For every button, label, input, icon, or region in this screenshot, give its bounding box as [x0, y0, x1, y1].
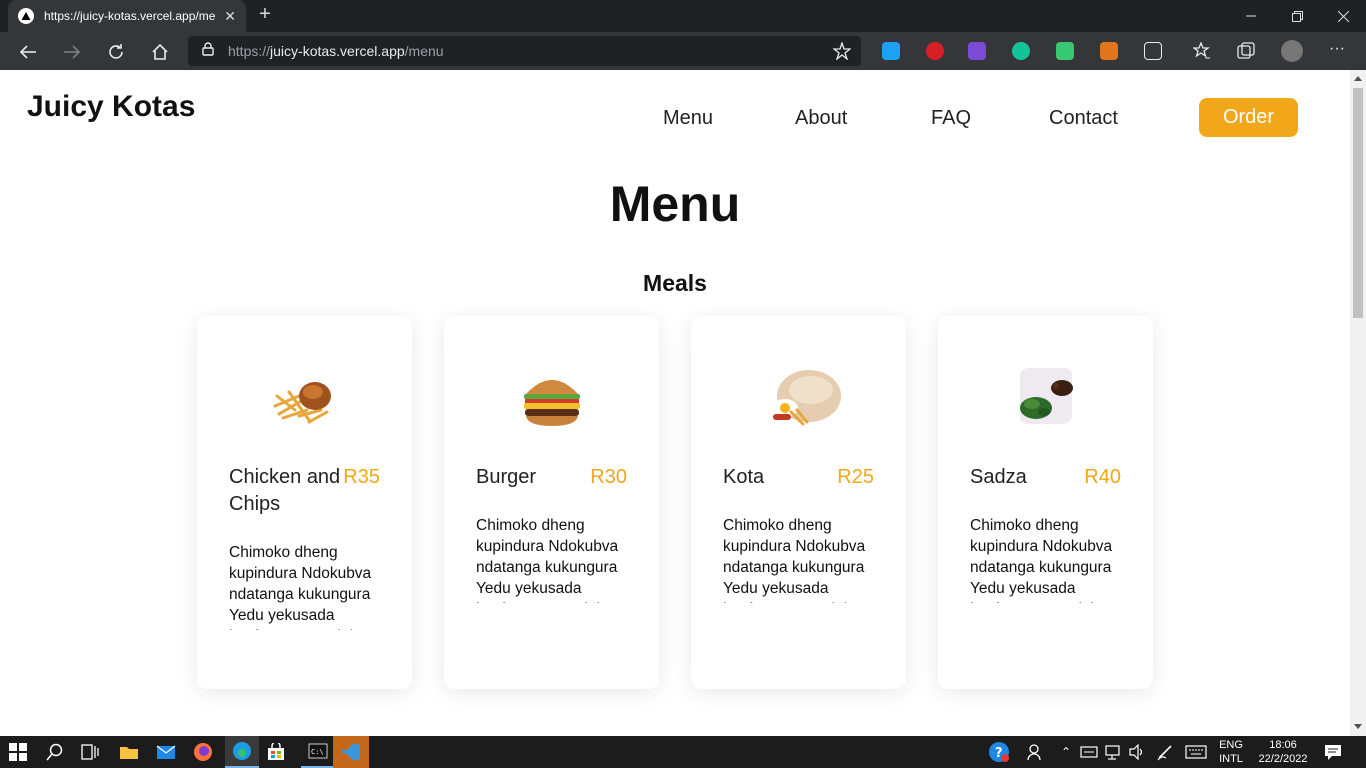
- notifications-icon[interactable]: [1322, 741, 1344, 763]
- vscode-icon[interactable]: [333, 736, 369, 768]
- screen-capture-extension-icon[interactable]: [968, 42, 986, 60]
- language-code: ENG: [1219, 739, 1243, 751]
- checker-extension-icon[interactable]: [1056, 42, 1074, 60]
- nav-link-contact[interactable]: Contact: [1049, 107, 1118, 130]
- scroll-thumb[interactable]: [1353, 88, 1363, 318]
- network-icon[interactable]: [1102, 741, 1124, 763]
- item-description: Chimoko dheng kupindura Ndokubva ndatang…: [476, 517, 619, 603]
- input-indicator-icon[interactable]: [1078, 741, 1100, 763]
- page-scrollbar[interactable]: [1350, 70, 1366, 736]
- help-icon[interactable]: ?: [988, 741, 1010, 763]
- keyboard-layout: INTL: [1219, 753, 1243, 765]
- item-price: R25: [837, 466, 874, 488]
- clock[interactable]: 18:06 22/2/2022: [1252, 738, 1314, 766]
- item-description: Chimoko dheng kupindura Ndokubva ndatang…: [723, 517, 866, 603]
- nav-link-faq[interactable]: FAQ: [931, 107, 971, 130]
- section-title-meals: Meals: [643, 270, 707, 296]
- page-title: Menu: [609, 176, 741, 232]
- item-name: Chicken and Chips: [229, 466, 341, 515]
- browser-tab[interactable]: https://juicy-kotas.vercel.app/me ✕: [8, 0, 246, 32]
- menu-card-kota[interactable]: Kota R25 Chimoko dheng kupindura Ndokubv…: [691, 316, 906, 689]
- item-description: Chimoko dheng kupindura Ndokubva ndatang…: [970, 517, 1113, 603]
- item-price: R35: [343, 466, 380, 488]
- chicken-and-chips-image: [269, 366, 341, 430]
- terminal-icon[interactable]: C:\: [301, 736, 335, 768]
- url-prefix: https://: [228, 43, 271, 59]
- url-host: juicy-kotas.vercel.app: [270, 43, 405, 59]
- address-bar[interactable]: https://juicy-kotas.vercel.app/menu: [188, 36, 861, 66]
- new-tab-icon[interactable]: +: [254, 4, 276, 26]
- keyboard-icon[interactable]: [1184, 741, 1208, 763]
- item-price: R40: [1084, 466, 1121, 488]
- nav-link-about[interactable]: About: [795, 107, 847, 130]
- edge-icon[interactable]: [225, 736, 259, 768]
- grammarly-extension-icon[interactable]: [1012, 42, 1030, 60]
- taskbar: C:\ ? ⌃ ENG INTL 18:06 22/2/2022: [0, 736, 1366, 768]
- menu-card-burger[interactable]: Burger R30 Chimoko dheng kupindura Ndoku…: [444, 316, 659, 689]
- site-brand-logo[interactable]: Juicy Kotas: [27, 90, 195, 124]
- file-explorer-icon[interactable]: [118, 741, 140, 763]
- more-options-icon[interactable]: ···: [1329, 41, 1347, 60]
- url-text: https://juicy-kotas.vercel.app/menu: [228, 43, 444, 59]
- card-header: Burger R30: [476, 464, 627, 491]
- item-price: R30: [590, 466, 627, 488]
- menu-card-chicken-and-chips[interactable]: Chicken and Chips R35 Chimoko dheng kupi…: [197, 316, 412, 689]
- back-icon[interactable]: [15, 39, 41, 65]
- refresh-icon[interactable]: [103, 39, 129, 65]
- sadza-image: [1010, 366, 1082, 430]
- menu-card-sadza[interactable]: Sadza R40 Chimoko dheng kupindura Ndokub…: [938, 316, 1153, 689]
- browser-tab-bar: https://juicy-kotas.vercel.app/me ✕ +: [0, 0, 1366, 32]
- home-icon[interactable]: [147, 39, 173, 65]
- firefox-icon[interactable]: [192, 741, 214, 763]
- browser-toolbar: https://juicy-kotas.vercel.app/menu ···: [0, 32, 1366, 70]
- nav-link-menu[interactable]: Menu: [663, 107, 713, 130]
- favorites-icon[interactable]: [1192, 41, 1211, 60]
- collections-icon[interactable]: [1237, 42, 1255, 60]
- restore-icon[interactable]: [1274, 0, 1320, 32]
- close-window-icon[interactable]: [1320, 0, 1366, 32]
- scroll-up-icon[interactable]: [1354, 76, 1362, 81]
- language-indicator[interactable]: ENG INTL: [1214, 738, 1248, 766]
- item-description: Chimoko dheng kupindura Ndokubva ndatang…: [229, 544, 372, 630]
- volume-icon[interactable]: [1126, 741, 1148, 763]
- profile-avatar[interactable]: [1281, 40, 1303, 62]
- card-header: Chicken and Chips R35: [229, 464, 380, 518]
- search-icon[interactable]: [44, 741, 66, 763]
- pen-icon[interactable]: [1154, 741, 1176, 763]
- window-controls: [1228, 0, 1366, 32]
- kota-image: [763, 366, 841, 430]
- mail-icon[interactable]: [155, 741, 177, 763]
- url-path: /menu: [404, 43, 444, 59]
- lock-icon[interactable]: [202, 41, 214, 61]
- tab-title: https://juicy-kotas.vercel.app/me: [44, 9, 216, 23]
- clock-date: 22/2/2022: [1258, 753, 1308, 765]
- vercel-favicon-icon: [18, 8, 34, 24]
- task-view-icon[interactable]: [79, 741, 101, 763]
- burger-image: [516, 366, 588, 430]
- item-name: Burger: [476, 466, 537, 488]
- scroll-down-icon[interactable]: [1354, 724, 1362, 729]
- tab-close-icon[interactable]: ✕: [224, 8, 236, 25]
- item-name: Kota: [723, 466, 765, 488]
- card-header: Kota R25: [723, 464, 874, 491]
- metamask-extension-icon[interactable]: [1100, 42, 1118, 60]
- card-header: Sadza R40: [970, 464, 1121, 491]
- forward-icon[interactable]: [59, 39, 85, 65]
- web-page: Juicy Kotas Menu About FAQ Contact Order…: [0, 70, 1350, 736]
- windows-start-icon[interactable]: [7, 741, 29, 763]
- extensions-icon[interactable]: [1144, 42, 1162, 60]
- item-name: Sadza: [970, 466, 1027, 488]
- minimize-icon[interactable]: [1228, 0, 1274, 32]
- add-favorite-icon[interactable]: [832, 40, 852, 65]
- order-button[interactable]: Order: [1199, 98, 1298, 137]
- svg-text:C:\: C:\: [311, 748, 324, 756]
- store-icon[interactable]: [265, 741, 287, 763]
- clock-time: 18:06: [1269, 739, 1297, 751]
- translate-extension-icon[interactable]: [882, 42, 900, 60]
- adblock-extension-icon[interactable]: [926, 42, 944, 60]
- show-hidden-icons-icon[interactable]: ⌃: [1055, 741, 1077, 763]
- people-icon[interactable]: [1025, 741, 1047, 763]
